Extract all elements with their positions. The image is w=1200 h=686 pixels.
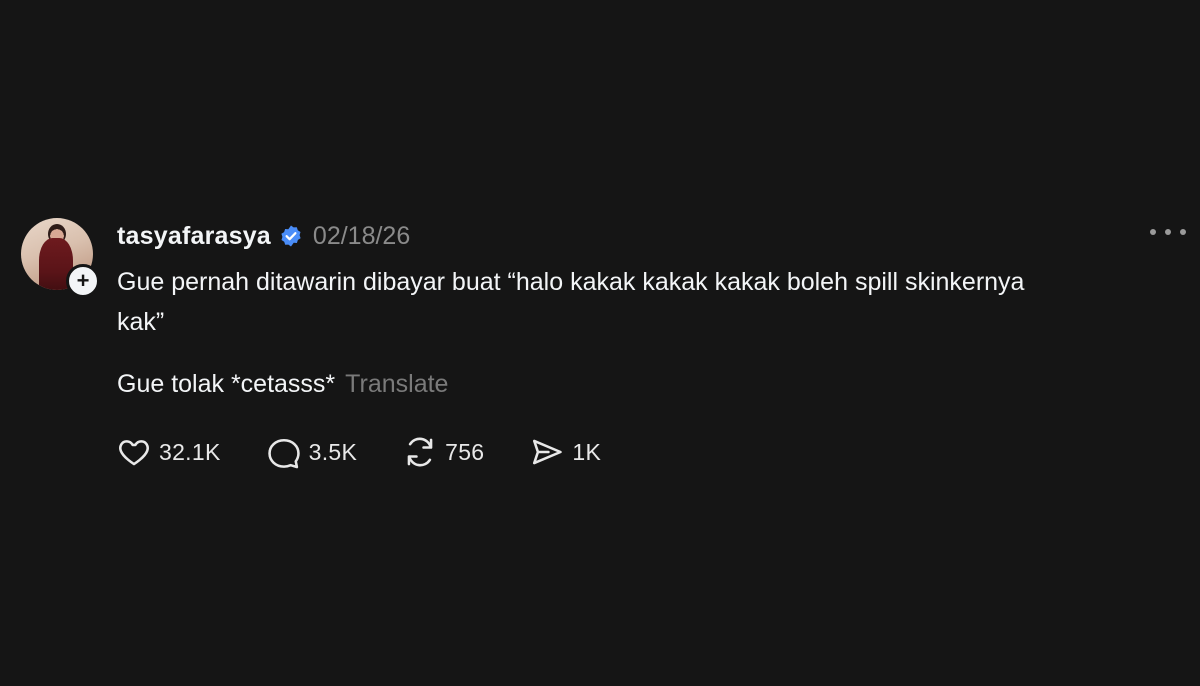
post-actions: 32.1K 3.5K 756 1K <box>117 432 647 472</box>
reply-count: 3.5K <box>308 438 358 465</box>
post-text-paragraph-1: Gue pernah ditawarin dibayar buat “halo … <box>117 268 1025 336</box>
reply-button[interactable]: 3.5K <box>267 435 358 469</box>
avatar-container[interactable]: + <box>21 218 100 298</box>
send-icon <box>533 439 563 465</box>
share-button[interactable]: 1K <box>530 435 601 469</box>
username[interactable]: tasyafarasya <box>117 222 271 251</box>
heart-icon <box>119 440 149 466</box>
post-text-line-2: Gue tolak *cetasss* <box>117 370 336 398</box>
post-timestamp[interactable]: 02/18/26 <box>313 222 410 251</box>
verified-badge-icon <box>279 224 303 248</box>
share-count: 1K <box>572 438 602 465</box>
more-dots-icon[interactable] <box>1150 222 1186 242</box>
dot <box>1165 229 1171 235</box>
comment-bubble-icon <box>267 438 300 469</box>
repost-icon <box>407 437 433 467</box>
follow-plus-icon[interactable]: + <box>66 264 100 298</box>
post-header: tasyafarasya 02/18/26 <box>117 218 410 254</box>
like-count: 32.1K <box>159 438 221 465</box>
repost-button[interactable]: 756 <box>403 435 484 469</box>
thread-post: + tasyafarasya 02/18/26 Gue pernah ditaw… <box>0 214 1200 474</box>
like-button[interactable]: 32.1K <box>117 435 221 469</box>
repost-count: 756 <box>445 438 485 465</box>
dot <box>1180 229 1186 235</box>
post-body: Gue pernah ditawarin dibayar buat “halo … <box>117 262 1077 404</box>
post-text-paragraph-2: Gue tolak *cetasss* Translate <box>117 364 1077 404</box>
dot <box>1150 229 1156 235</box>
translate-link[interactable]: Translate <box>345 370 448 398</box>
